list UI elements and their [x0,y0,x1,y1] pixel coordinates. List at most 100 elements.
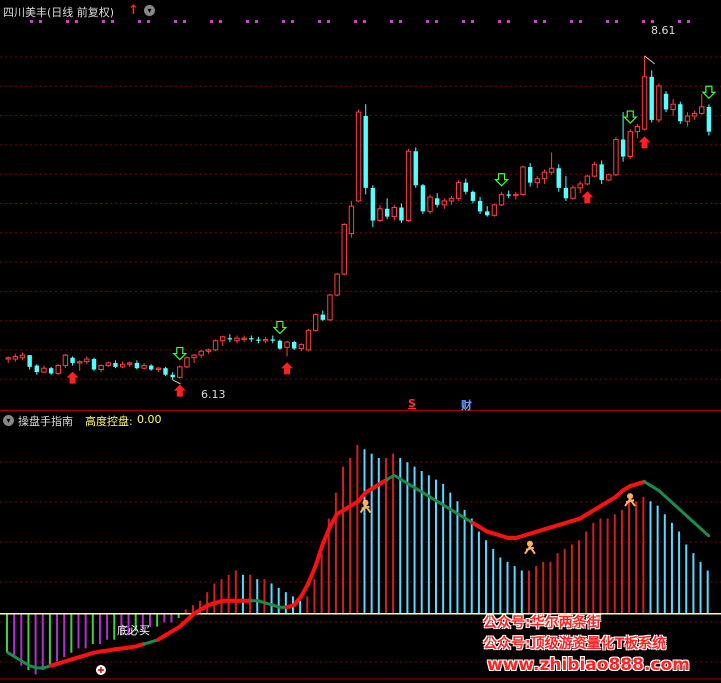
candle-body-down [249,338,254,340]
candle-body-down [270,339,275,341]
candle-body-up [19,354,26,359]
top-marker-dot [30,20,33,23]
dropdown-chevron-icon[interactable]: ▾ [144,5,155,16]
indicator-title: 操盘手指南 [18,415,73,428]
top-marker-dot [183,20,186,23]
candle-body-down [34,365,39,373]
candle-body-up [391,206,398,218]
top-marker-dot [426,20,429,23]
candle-body-up [177,366,183,378]
candle-body-up [627,131,633,158]
top-marker-dot [219,20,222,23]
candle-body-up [448,197,455,202]
top-marker-dot [282,20,285,23]
candle-body-up [455,182,462,199]
top-marker-dot [615,20,618,23]
candle-body-up [355,111,362,202]
top-marker-dot [687,20,690,23]
top-marker-dot [462,20,465,23]
candle-body-up [127,362,133,365]
candle-body-down [27,355,32,367]
top-marker-dot [399,20,402,23]
metric-label: 高度控盘: [85,415,133,428]
candle-body-down [599,164,604,181]
top-marker-dot [327,20,330,23]
watermark-line-1: 公众号:华尔两条街 [483,615,601,631]
top-marker-dot [642,20,645,23]
candle-body-down [470,191,476,201]
candle-body-up [220,336,226,342]
candle-body-down [363,116,368,188]
candle-body-up [41,367,47,373]
candle-body-up [262,338,269,342]
top-marker-dot [543,20,546,23]
candle-body-up [634,125,641,133]
candle-body-down [477,200,483,212]
candle-body-down [292,342,297,349]
candle-body-down [485,211,490,216]
top-marker-dot [606,20,609,23]
candle-body-up [691,112,698,117]
candle-body-up [184,357,190,368]
top-marker-dot [354,20,357,23]
candle-body-up [62,354,69,367]
top-marker-dot [111,20,114,23]
candle-body-up [548,167,555,173]
s-marker: S [408,397,416,410]
candle-body-up [491,204,498,216]
top-marker-dot [534,20,537,23]
candle-body-up [334,273,340,296]
candle-body-down [463,182,468,192]
candle-body-down [113,362,118,367]
candle-body-up [298,344,305,350]
candle-body-down [399,207,404,221]
candle-body-up [441,200,448,206]
candle-body-down [678,104,683,122]
candle-body-up [305,329,312,351]
candle-body-up [98,365,104,370]
candle-body-down [277,340,283,349]
top-marker-dot [39,20,42,23]
candle-body-up [327,294,333,321]
candle-body-down [663,93,669,110]
candle-body-down [527,166,533,183]
candle-body-down [370,187,376,221]
top-marker-dot [255,20,258,23]
indicator-menu-chevron-icon[interactable]: ▾ [3,415,14,426]
top-marker-dot [570,20,573,23]
candle-body-up [84,358,90,363]
candle-body-down [384,208,390,217]
candle-body-up [534,178,540,184]
candle-body-up [606,174,612,181]
candle-body-down [134,362,140,369]
candle-body-up [520,166,526,195]
candle-body-down [706,106,712,132]
candle-body-up [191,354,197,359]
candle-body-down [227,338,233,340]
top-marker-dot [174,20,177,23]
candle-body-up [670,103,676,110]
candle-body-down [91,359,97,370]
candle-body-up [348,205,355,235]
candle-body-up [241,337,247,340]
candle-body-up [55,365,61,374]
stock-title: 四川美丰(日线 前复权) [3,6,115,19]
candle-body-up [5,357,11,360]
candle-body-up [205,349,212,352]
top-marker-dot [210,20,213,23]
candle-body-up [198,350,204,356]
candle-body-up [699,106,705,114]
watermark-line-2: 公众号:顶级游资量化T板系统 [483,636,667,652]
candle-body-up [141,365,147,369]
candle-body-up [77,361,83,364]
candle-body-down [620,139,626,157]
candle-body-up [498,193,505,206]
top-marker-dot [318,20,321,23]
top-marker-dot [507,20,510,23]
top-marker-dot [579,20,582,23]
candle-body-up [341,223,347,275]
buy-signal-label: 底必买 [117,624,150,637]
top-marker-dot [147,20,150,23]
top-marker-dot [651,20,654,23]
top-marker-dot [471,20,474,23]
